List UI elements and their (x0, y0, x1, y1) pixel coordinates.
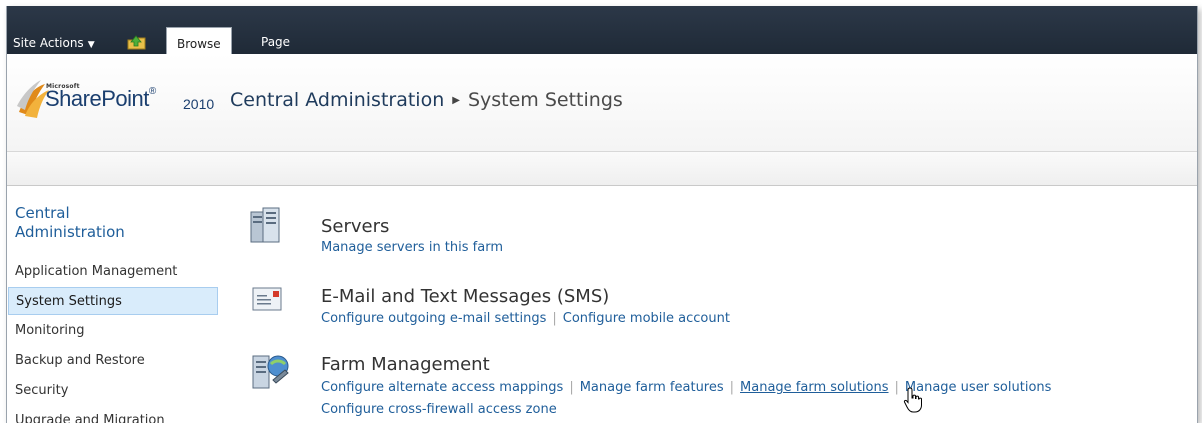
site-actions-label: Site Actions (13, 36, 84, 50)
quick-launch: Central Administration Application Manag… (7, 186, 219, 423)
breadcrumb-central-admin[interactable]: Central Administration (230, 89, 444, 111)
title-area: Microsoft SharePoint® 2010 Central Admin… (7, 54, 1197, 152)
breadcrumb: Central Administration ▶ System Settings (230, 89, 623, 111)
email-icon (252, 287, 282, 311)
chevron-down-icon: ▼ (87, 40, 95, 50)
product-year: 2010 (183, 96, 215, 112)
section-title-email[interactable]: E-Mail and Text Messages (SMS) (321, 286, 609, 307)
tab-page-label: Page (261, 35, 291, 49)
hand-pointer-icon (903, 387, 922, 413)
sidebar-item-security[interactable]: Security (8, 377, 218, 405)
site-actions-menu[interactable]: Site Actions ▼ (13, 34, 95, 52)
email-links: Configure outgoing e-mail settings | Confi… (321, 311, 730, 326)
navigate-up-icon[interactable] (127, 34, 147, 50)
link-separator: | (552, 311, 557, 326)
servers-icon (250, 207, 280, 243)
farm-management-icon (252, 355, 289, 389)
toolbar-strip (7, 152, 1197, 186)
farm-links-row2: Configure cross-firewall access zone (321, 402, 557, 417)
breadcrumb-arrow-icon: ▶ (452, 95, 460, 106)
link-manage-user-solutions[interactable]: Manage user solutions (905, 380, 1052, 395)
ribbon-bar: Site Actions ▼ Browse Page (7, 6, 1197, 55)
link-cross-firewall-access-zone[interactable]: Configure cross-firewall access zone (321, 402, 557, 417)
link-separator: | (729, 380, 735, 395)
sidebar-item-upgrade-migration[interactable]: Upgrade and Migration (8, 407, 218, 423)
link-separator: | (569, 380, 574, 395)
tab-browse-label: Browse (177, 37, 221, 51)
trademark-symbol: ® (148, 86, 156, 97)
servers-links: Manage servers in this farm (321, 240, 503, 255)
sidebar-heading-central-admin[interactable]: Central Administration (15, 204, 165, 242)
browser-frame: Site Actions ▼ Browse Page Microsoft Shar… (6, 6, 1198, 423)
link-alternate-access-mappings[interactable]: Configure alternate access mappings (321, 380, 563, 395)
sidebar-item-application-management[interactable]: Application Management (8, 258, 218, 286)
link-manage-farm-features[interactable]: Manage farm features (580, 380, 724, 395)
sidebar-item-system-settings[interactable]: System Settings (8, 287, 218, 315)
farm-links-row1: Configure alternate access mappings | Mana… (321, 380, 1051, 395)
main-content: Servers Manage servers in this farm E-Ma… (237, 186, 1197, 423)
link-configure-mobile-account[interactable]: Configure mobile account (563, 311, 730, 326)
sidebar-item-backup-restore[interactable]: Backup and Restore (8, 347, 218, 375)
link-manage-farm-solutions[interactable]: Manage farm solutions (740, 380, 888, 395)
page-title: System Settings (467, 89, 623, 111)
link-manage-servers[interactable]: Manage servers in this farm (321, 240, 503, 255)
link-separator: | (894, 380, 899, 395)
link-configure-outgoing-email[interactable]: Configure outgoing e-mail settings (321, 311, 546, 326)
section-title-servers[interactable]: Servers (321, 216, 389, 237)
sharepoint-wordmark: SharePoint® (45, 86, 156, 112)
tab-browse[interactable]: Browse (166, 27, 232, 55)
tab-page[interactable]: Page (251, 30, 300, 54)
sharepoint-word: SharePoint (45, 86, 149, 111)
sidebar-item-monitoring[interactable]: Monitoring (8, 317, 218, 345)
section-title-farm-management[interactable]: Farm Management (321, 354, 490, 375)
